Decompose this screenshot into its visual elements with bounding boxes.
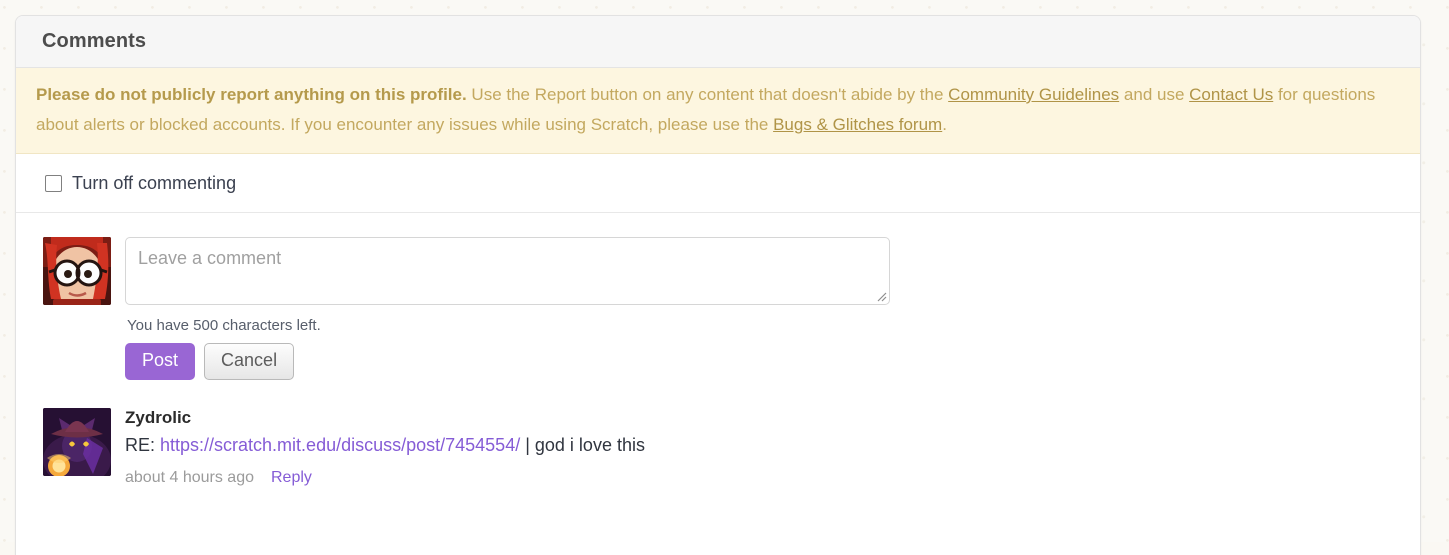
commenter-avatar-image [43,407,111,476]
comment-meta: about 4 hours ago Reply [125,469,645,487]
comment-link[interactable]: https://scratch.mit.edu/discuss/post/745… [160,435,520,455]
post-button[interactable]: Post [125,343,196,380]
report-warning-banner: Please do not publicly report anything o… [16,68,1420,154]
bugs-glitches-forum-link[interactable]: Bugs & Glitches forum [773,115,942,134]
banner-text-1: Use the Report button on any content tha… [466,85,949,104]
banner-bold-lead: Please do not publicly report anything o… [36,85,467,104]
comment-timestamp: about 4 hours ago [125,468,254,486]
comment-composer: You have 500 characters left. Post Cance… [16,213,1420,388]
turn-off-commenting-checkbox[interactable] [45,174,62,192]
user-avatar[interactable] [43,237,111,305]
user-avatar-image [43,237,111,305]
comment-text-prefix: RE: [125,434,161,455]
comment-input[interactable] [125,237,890,305]
comments-card: Comments Please do not publicly report a… [15,15,1421,555]
turn-off-commenting-label[interactable]: Turn off commenting [72,173,236,194]
community-guidelines-link[interactable]: Community Guidelines [948,85,1119,104]
page-title: Comments [42,30,147,52]
comment-item: Zydrolic RE: https://scratch.mit.edu/dis… [16,388,1420,487]
comment-text-suffix: | god i love this [520,434,645,455]
reply-link[interactable]: Reply [271,469,312,486]
banner-text-4: . [942,115,947,134]
character-counter: You have 500 characters left. [127,317,321,334]
commenter-avatar[interactable] [43,407,111,476]
contact-us-link[interactable]: Contact Us [1189,85,1273,104]
turn-off-commenting-row: Turn off commenting [16,154,1420,213]
comments-header: Comments [16,16,1420,68]
comment-text: RE: https://scratch.mit.edu/discuss/post… [125,435,645,456]
cancel-button[interactable]: Cancel [204,343,295,380]
comment-body: Zydrolic RE: https://scratch.mit.edu/dis… [111,408,645,487]
composer-buttons: Post Cancel [125,343,890,380]
comment-textarea-wrap [125,237,890,305]
banner-text-2: and use [1119,85,1190,104]
composer-body: You have 500 characters left. Post Cance… [111,237,890,380]
comment-username[interactable]: Zydrolic [125,408,645,428]
